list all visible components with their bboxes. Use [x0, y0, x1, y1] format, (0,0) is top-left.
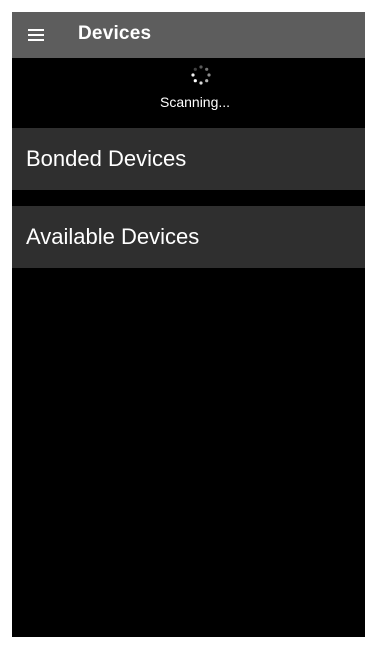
app-screen: Devices Scanning... Bonded Devices Avail… [12, 12, 365, 637]
top-app-bar: Devices [12, 12, 365, 58]
scan-status-area: Scanning... [12, 58, 365, 128]
menu-icon-line [28, 29, 44, 31]
loading-spinner-icon [191, 65, 211, 85]
bonded-devices-label: Bonded Devices [26, 146, 187, 171]
available-devices-section: Available Devices [12, 206, 365, 268]
menu-icon-line [28, 34, 44, 36]
hamburger-menu-icon[interactable] [28, 27, 44, 41]
device-list-area [12, 268, 365, 637]
page-title: Devices [78, 23, 152, 44]
available-devices-label: Available Devices [26, 224, 200, 249]
bonded-devices-section: Bonded Devices [12, 128, 365, 190]
menu-icon-line [28, 39, 44, 41]
scan-status-text: Scanning... [160, 94, 231, 110]
